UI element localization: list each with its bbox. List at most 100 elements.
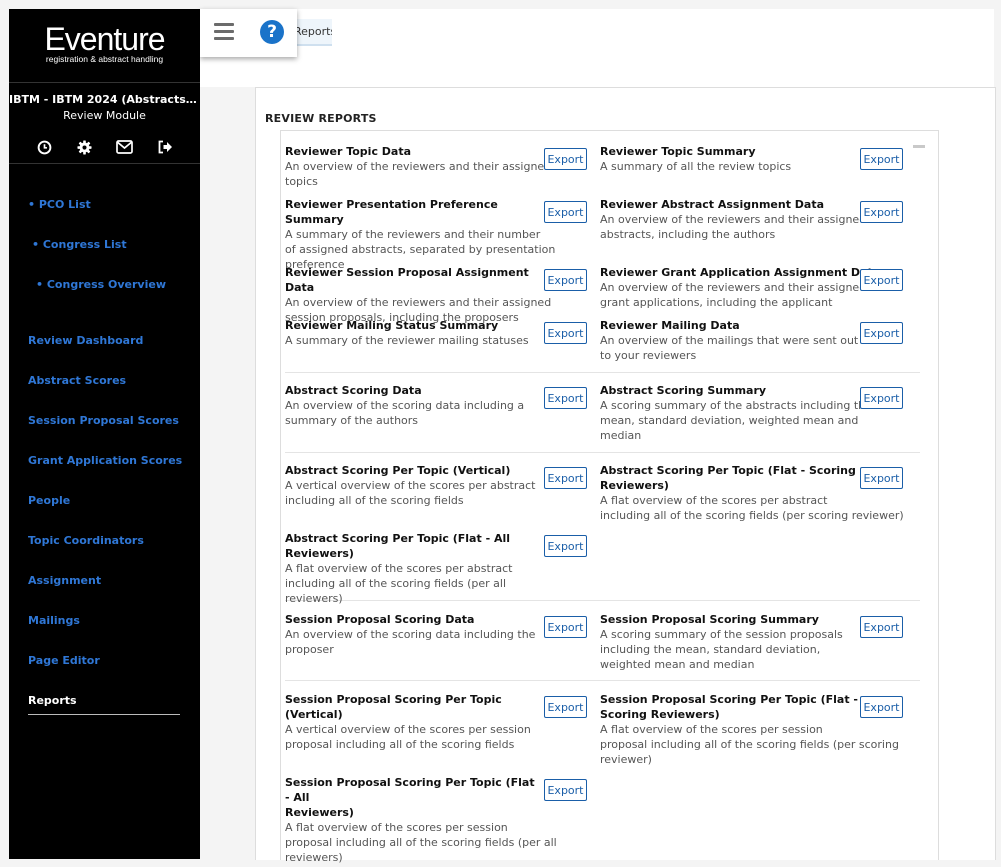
export-button[interactable]: Export (860, 616, 903, 638)
report-description: A flat overview of the scores per abstra… (600, 494, 828, 507)
nav-congress-list[interactable]: • Congress List (32, 238, 127, 251)
nav-grant-application-scores[interactable]: Grant Application Scores (28, 454, 182, 467)
report-description: to your reviewers (600, 349, 697, 362)
group-divider (285, 452, 920, 453)
export-button[interactable]: Export (860, 322, 903, 344)
sidebar-divider (9, 163, 200, 164)
report-item: Reviewer Mailing Data An overview of the … (600, 318, 890, 363)
report-item: Session Proposal Scoring Data An overview… (285, 612, 540, 657)
hamburger-menu-icon[interactable] (214, 23, 234, 41)
export-button[interactable]: Export (544, 322, 587, 344)
report-description: summary of the authors (285, 414, 419, 427)
tool-popup: ? (200, 9, 297, 57)
report-title: Reviewer Presentation Preference Summary (285, 198, 498, 226)
report-item: Reviewer Grant Application Assignment Da… (600, 265, 890, 310)
nav-assignment[interactable]: Assignment (28, 574, 101, 587)
module-name: Review Module (63, 109, 146, 122)
report-description: of assigned abstracts, separated by pres… (285, 243, 556, 256)
report-description: abstracts, including the authors (600, 228, 776, 241)
report-description: proposal including all of the scoring fi… (285, 836, 557, 849)
report-title: Abstract Scoring Per Topic (Vertical) (285, 464, 511, 477)
report-description: including the mean, standard deviation, (600, 643, 821, 656)
section-title: REVIEW REPORTS (265, 112, 377, 125)
export-button[interactable]: Export (544, 535, 587, 557)
report-title: Abstract Scoring Summary (600, 384, 767, 397)
report-title: Session Proposal Scoring Summary (600, 613, 819, 626)
report-description: A summary of the reviewers and their num… (285, 228, 541, 241)
report-title: Session Proposal Scoring Data (285, 613, 475, 626)
export-button[interactable]: Export (544, 201, 587, 223)
export-button[interactable]: Export (544, 148, 587, 170)
report-description: A scoring summary of the abstracts inclu… (600, 399, 872, 412)
sidebar-divider (9, 82, 200, 83)
export-button[interactable]: Export (544, 696, 587, 718)
clock-icon[interactable] (36, 138, 54, 156)
report-description: A summary of the reviewer mailing status… (285, 334, 529, 347)
export-button[interactable]: Export (860, 387, 903, 409)
report-description: weighted mean and median (600, 658, 755, 671)
collapse-icon[interactable] (913, 145, 925, 148)
report-title-line2: Reviewers) (600, 479, 669, 492)
nav-active-underline (28, 714, 180, 715)
report-title: Reviewer Grant Application Assignment Da… (600, 266, 881, 279)
report-item: Reviewer Topic Data An overview of the re… (285, 144, 551, 189)
report-description: including all of the scoring fields (per… (600, 509, 904, 522)
export-button[interactable]: Export (860, 467, 903, 489)
report-description: median (600, 429, 642, 442)
report-title: Session Proposal Scoring Per Topic (Vert… (285, 693, 502, 721)
report-description: A flat overview of the scores per sessio… (285, 821, 508, 834)
report-item: Reviewer Mailing Status Summary A summary… (285, 318, 540, 348)
report-item: Session Proposal Scoring Per Topic (Flat… (600, 692, 899, 767)
report-title: Reviewer Abstract Assignment Data (600, 198, 825, 211)
nav-page-editor[interactable]: Page Editor (28, 654, 100, 667)
logo-sub: registration & abstract handling (45, 54, 164, 64)
report-title: Reviewer Topic Data (285, 145, 412, 158)
report-description: A flat overview of the scores per sessio… (600, 723, 823, 736)
export-button[interactable]: Export (544, 387, 587, 409)
export-button[interactable]: Export (544, 616, 587, 638)
sidebar: Eventure registration & abstract handlin… (9, 9, 200, 859)
gear-icon[interactable] (76, 138, 94, 156)
report-item: Abstract Scoring Per Topic (Flat - Scori… (600, 463, 904, 523)
report-description: A vertical overview of the scores per se… (285, 723, 531, 736)
report-description: proposal including all of the scoring fi… (285, 738, 515, 751)
nav-people[interactable]: People (28, 494, 70, 507)
report-description: An overview of the reviewers and their a… (285, 296, 552, 309)
mail-icon[interactable] (116, 138, 134, 156)
report-item: Abstract Scoring Per Topic (Flat - All R… (285, 531, 540, 606)
export-button[interactable]: Export (544, 779, 587, 801)
report-item: Session Proposal Scoring Per Topic (Vert… (285, 692, 540, 752)
report-description: An overview of the reviewers and their a… (600, 213, 867, 226)
nav-mailings[interactable]: Mailings (28, 614, 80, 627)
group-divider (285, 372, 920, 373)
logout-icon[interactable] (156, 138, 174, 156)
report-title: Reviewer Mailing Status Summary (285, 319, 499, 332)
report-item: Session Proposal Scoring Per Topic (Flat… (285, 775, 557, 865)
export-button[interactable]: Export (860, 696, 903, 718)
report-title-line2: Scoring Reviewers) (600, 708, 720, 721)
nav-topic-coordinators[interactable]: Topic Coordinators (28, 534, 144, 547)
report-item: Abstract Scoring Per Topic (Vertical) A v… (285, 463, 540, 508)
nav-abstract-scores[interactable]: Abstract Scores (28, 374, 126, 387)
export-button[interactable]: Export (860, 201, 903, 223)
report-description: mean, standard deviation, weighted mean … (600, 414, 859, 427)
nav-review-dashboard[interactable]: Review Dashboard (28, 334, 143, 347)
report-description: A summary of all the review topics (600, 160, 792, 173)
nav-pco-list[interactable]: • PCO List (28, 198, 91, 211)
report-description: A flat overview of the scores per abstra… (285, 562, 513, 575)
report-title-line2: Reviewers) (285, 806, 354, 819)
export-button[interactable]: Export (860, 148, 903, 170)
event-title: IBTM - IBTM 2024 (Abstracts & Par... (9, 93, 200, 106)
help-icon[interactable]: ? (260, 20, 284, 44)
report-item: Reviewer Topic Summary A summary of all t… (600, 144, 890, 174)
report-description: An overview of the mailings that were se… (600, 334, 859, 347)
export-button[interactable]: Export (544, 467, 587, 489)
export-button[interactable]: Export (860, 269, 903, 291)
export-button[interactable]: Export (544, 269, 587, 291)
nav-reports[interactable]: Reports (28, 694, 77, 707)
report-title: Session Proposal Scoring Per Topic (Flat… (285, 776, 535, 804)
nav-congress-overview[interactable]: • Congress Overview (36, 278, 166, 291)
nav-session-proposal-scores[interactable]: Session Proposal Scores (28, 414, 179, 427)
report-title: Abstract Scoring Per Topic (Flat - Scori… (600, 464, 856, 477)
logo-main: Eventure (44, 21, 165, 57)
